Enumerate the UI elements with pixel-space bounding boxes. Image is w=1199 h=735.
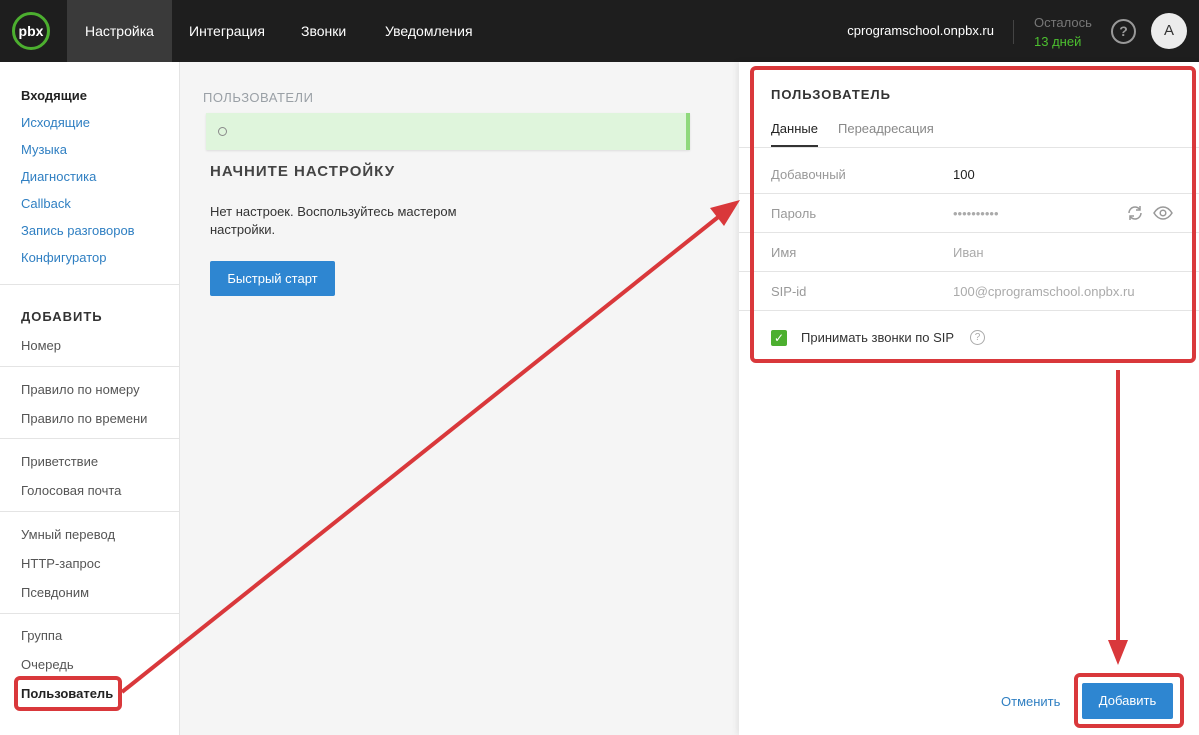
setup-description: Нет настроек. Воспользуйтесь мастером на… <box>210 204 457 237</box>
nav-integration[interactable]: Интеграция <box>171 0 283 62</box>
sidebar-add-number-rule[interactable]: Правило по номеру <box>21 382 140 397</box>
nav-notifications[interactable]: Уведомления <box>367 0 491 62</box>
arrow-to-panel-head-icon <box>710 200 740 226</box>
user-list-item[interactable] <box>206 113 690 150</box>
pbx-logo[interactable]: pbx <box>12 12 50 50</box>
sidebar-item-configurator[interactable]: Конфигуратор <box>21 250 106 265</box>
sidebar-add-queue[interactable]: Очередь <box>21 657 74 672</box>
annotation-box-add-button <box>1074 673 1184 728</box>
page-title: ПОЛЬЗОВАТЕЛИ <box>203 90 314 105</box>
sidebar-divider <box>0 511 180 512</box>
sidebar-add-alias[interactable]: Псевдоним <box>21 585 89 600</box>
sidebar-add-time-rule[interactable]: Правило по времени <box>21 411 147 426</box>
sidebar-add-smart-transfer[interactable]: Умный перевод <box>21 527 115 542</box>
quick-start-button[interactable]: Быстрый старт <box>210 261 335 296</box>
annotation-box-user-form <box>750 66 1196 363</box>
sidebar-item-incoming[interactable]: Входящие <box>21 88 87 103</box>
sidebar-item-music[interactable]: Музыка <box>21 142 67 157</box>
topbar-divider <box>1013 20 1014 44</box>
sidebar-divider <box>0 438 180 439</box>
remaining-days[interactable]: 13 дней <box>1034 34 1081 49</box>
account-domain[interactable]: cprogramschool.onpbx.ru <box>847 0 994 62</box>
sidebar-add-number[interactable]: Номер <box>21 338 61 353</box>
top-bar: pbx Настройка Интеграция Звонки Уведомле… <box>0 0 1199 62</box>
sidebar-divider <box>0 613 180 614</box>
nav-calls[interactable]: Звонки <box>283 0 364 62</box>
sidebar-item-call-recording[interactable]: Запись разговоров <box>21 223 135 238</box>
nav-settings[interactable]: Настройка <box>67 0 172 62</box>
sidebar-item-diagnostics[interactable]: Диагностика <box>21 169 96 184</box>
status-dot-icon <box>218 127 227 136</box>
sidebar-add-group[interactable]: Группа <box>21 628 62 643</box>
sidebar-divider <box>0 366 180 367</box>
sidebar-add-header: ДОБАВИТЬ <box>21 309 103 324</box>
sidebar-item-outgoing[interactable]: Исходящие <box>21 115 90 130</box>
sidebar-item-callback[interactable]: Callback <box>21 196 71 211</box>
remaining-label: Осталось <box>1034 15 1092 30</box>
sidebar-add-voicemail[interactable]: Голосовая почта <box>21 483 121 498</box>
sidebar-divider <box>0 284 180 285</box>
sidebar-add-greeting[interactable]: Приветствие <box>21 454 98 469</box>
help-icon[interactable]: ? <box>1111 19 1136 44</box>
cancel-button[interactable]: Отменить <box>1001 694 1060 709</box>
annotation-box-user-link <box>14 676 122 711</box>
sidebar-add-http-request[interactable]: HTTP-запрос <box>21 556 100 571</box>
avatar[interactable]: А <box>1151 13 1187 49</box>
setup-title: НАЧНИТЕ НАСТРОЙКУ <box>210 163 396 180</box>
